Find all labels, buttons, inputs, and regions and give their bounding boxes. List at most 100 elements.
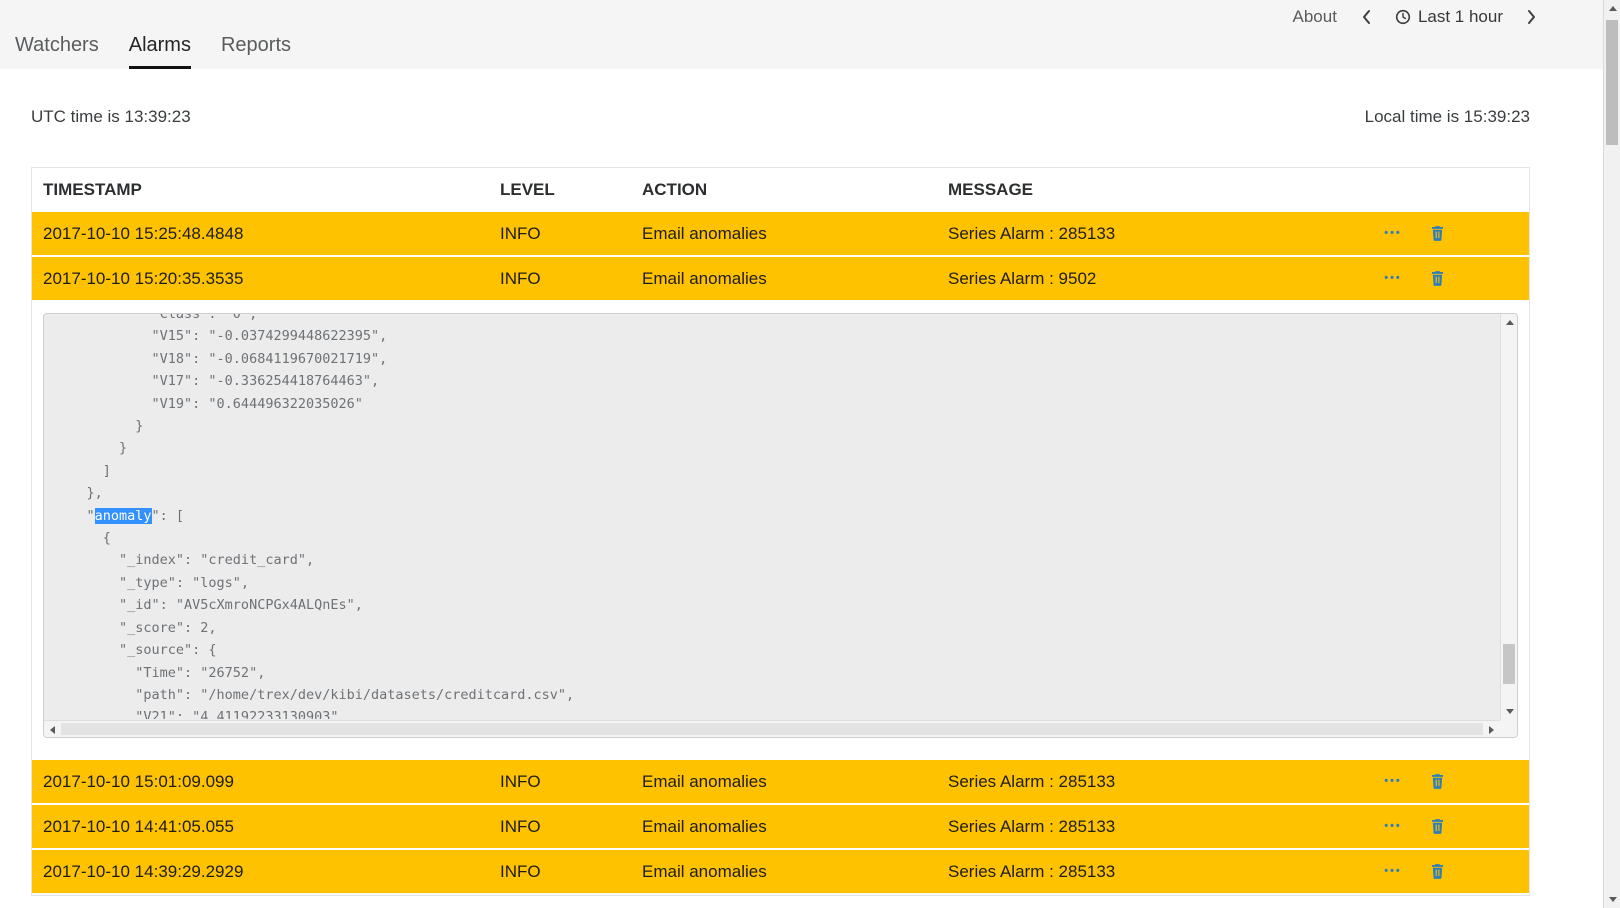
delete-alarm-button[interactable]	[1415, 774, 1459, 789]
json-line: "_score": 2,	[54, 617, 1499, 639]
time-range-button[interactable]: Last 1 hour	[1395, 7, 1503, 27]
local-time-label: Local time is 15:39:23	[1365, 107, 1530, 127]
trash-icon	[1431, 774, 1444, 789]
delete-alarm-button[interactable]	[1415, 864, 1459, 879]
alarm-details-button[interactable]: •••	[1371, 776, 1415, 787]
column-header-timestamp: TIMESTAMP	[43, 180, 500, 200]
main-tabs: Watchers Alarms Reports	[15, 34, 321, 69]
alarm-level: INFO	[500, 772, 642, 792]
page-scroll-down-button[interactable]	[1604, 891, 1620, 908]
utc-time-label: UTC time is 13:39:23	[31, 107, 191, 127]
alarm-level: INFO	[500, 269, 642, 289]
json-line: ]	[54, 460, 1499, 482]
scrollbar-corner	[1500, 720, 1517, 737]
page-scroll-thumb[interactable]	[1606, 20, 1618, 145]
alarm-action: Email anomalies	[642, 224, 948, 244]
vertical-scroll-thumb[interactable]	[1503, 644, 1515, 684]
alarm-message: Series Alarm : 285133	[948, 224, 1371, 244]
alarm-details-button[interactable]: •••	[1371, 228, 1415, 239]
topbar-controls: About Last 1 hour	[1293, 7, 1538, 27]
json-content[interactable]: "Class": "0", "V15": "-0.037429944862239…	[44, 314, 1499, 719]
scroll-right-button[interactable]	[1483, 721, 1500, 738]
alarm-details-button[interactable]: •••	[1371, 821, 1415, 832]
scroll-down-button[interactable]	[1501, 703, 1518, 720]
alarm-timestamp: 2017-10-10 14:39:29.2929	[43, 862, 500, 882]
alarm-action: Email anomalies	[642, 772, 948, 792]
json-line: "_index": "credit_card",	[54, 549, 1499, 571]
selection-highlight: anomaly	[95, 508, 152, 524]
ellipsis-icon: •••	[1384, 776, 1402, 787]
page-scroll-up-button[interactable]	[1604, 0, 1620, 17]
json-line-with-selection: "anomaly": [	[54, 505, 1499, 527]
json-horizontal-scrollbar[interactable]	[44, 720, 1500, 737]
tab-watchers[interactable]: Watchers	[15, 34, 99, 69]
trash-icon	[1431, 271, 1444, 286]
json-line: "V21": "4.41192233130903",	[54, 706, 1499, 719]
alarm-detail-json-viewer[interactable]: "Class": "0", "V15": "-0.037429944862239…	[43, 313, 1518, 738]
json-vertical-scrollbar[interactable]	[1500, 314, 1517, 720]
json-line: "_type": "logs",	[54, 572, 1499, 594]
json-line: {	[54, 527, 1499, 549]
alarm-message: Series Alarm : 285133	[948, 817, 1371, 837]
ellipsis-icon: •••	[1384, 228, 1402, 239]
delete-alarm-button[interactable]	[1415, 819, 1459, 834]
alarm-details-button[interactable]: •••	[1371, 866, 1415, 877]
json-line: "Time": "26752",	[54, 662, 1499, 684]
alarm-row[interactable]: 2017-10-10 14:41:05.055 INFO Email anoma…	[32, 805, 1529, 850]
json-line: "V19": "0.644496322035026"	[54, 393, 1499, 415]
tab-alarms[interactable]: Alarms	[129, 34, 191, 69]
json-line: "V17": "-0.336254418764463",	[54, 370, 1499, 392]
ellipsis-icon: •••	[1384, 821, 1402, 832]
json-line: "V15": "-0.0374299448622395",	[54, 325, 1499, 347]
alarm-message: Series Alarm : 285133	[948, 772, 1371, 792]
scroll-up-button[interactable]	[1501, 314, 1518, 331]
alarm-timestamp: 2017-10-10 15:20:35.3535	[43, 269, 500, 289]
alarm-timestamp: 2017-10-10 14:41:05.055	[43, 817, 500, 837]
tab-reports[interactable]: Reports	[221, 34, 291, 69]
alarm-details-button[interactable]: •••	[1371, 273, 1415, 284]
about-link[interactable]: About	[1293, 7, 1337, 27]
json-line: }	[54, 415, 1499, 437]
alarm-level: INFO	[500, 862, 642, 882]
chevron-right-icon	[1527, 9, 1537, 25]
trash-icon	[1431, 226, 1444, 241]
delete-alarm-button[interactable]	[1415, 226, 1459, 241]
ellipsis-icon: •••	[1384, 273, 1402, 284]
ellipsis-icon: •••	[1384, 866, 1402, 877]
alarms-table: TIMESTAMP LEVEL ACTION MESSAGE 2017-10-1…	[31, 167, 1530, 896]
alarm-row[interactable]: 2017-10-10 15:01:09.099 INFO Email anoma…	[32, 760, 1529, 805]
json-line: },	[54, 482, 1499, 504]
alarm-action: Email anomalies	[642, 817, 948, 837]
time-range-next-button[interactable]	[1527, 9, 1537, 25]
page-vertical-scrollbar[interactable]	[1603, 0, 1620, 908]
alarm-level: INFO	[500, 224, 642, 244]
alarm-level: INFO	[500, 817, 642, 837]
alarm-row[interactable]: 2017-10-10 14:39:29.2929 INFO Email anom…	[32, 850, 1529, 895]
alarm-action: Email anomalies	[642, 862, 948, 882]
alarm-timestamp: 2017-10-10 15:01:09.099	[43, 772, 500, 792]
alarm-message: Series Alarm : 9502	[948, 269, 1371, 289]
chevron-left-icon	[1361, 9, 1371, 25]
clock-icon	[1395, 9, 1411, 25]
json-line: }	[54, 437, 1499, 459]
json-line: "_source": {	[54, 639, 1499, 661]
alarm-row[interactable]: 2017-10-10 15:25:48.4848 INFO Email anom…	[32, 212, 1529, 257]
trash-icon	[1431, 864, 1444, 879]
alarm-action: Email anomalies	[642, 269, 948, 289]
column-header-action: ACTION	[642, 180, 948, 200]
table-header-row: TIMESTAMP LEVEL ACTION MESSAGE	[32, 168, 1529, 212]
column-header-level: LEVEL	[500, 180, 642, 200]
alarm-row[interactable]: 2017-10-10 15:20:35.3535 INFO Email anom…	[32, 257, 1529, 302]
horizontal-scroll-thumb[interactable]	[61, 723, 1483, 735]
scroll-left-button[interactable]	[44, 721, 61, 738]
json-line: "_id": "AV5cXmroNCPGx4ALQnEs",	[54, 594, 1499, 616]
alarm-timestamp: 2017-10-10 15:25:48.4848	[43, 224, 500, 244]
alarm-message: Series Alarm : 285133	[948, 862, 1371, 882]
time-info-row: UTC time is 13:39:23 Local time is 15:39…	[31, 107, 1530, 127]
time-range-prev-button[interactable]	[1361, 9, 1371, 25]
alarm-detail-expanded-area: "Class": "0", "V15": "-0.037429944862239…	[32, 302, 1529, 760]
top-navigation-bar: About Last 1 hour Watchers Alarms Report…	[0, 0, 1603, 69]
trash-icon	[1431, 819, 1444, 834]
json-line: "path": "/home/trex/dev/kibi/datasets/cr…	[54, 684, 1499, 706]
delete-alarm-button[interactable]	[1415, 271, 1459, 286]
